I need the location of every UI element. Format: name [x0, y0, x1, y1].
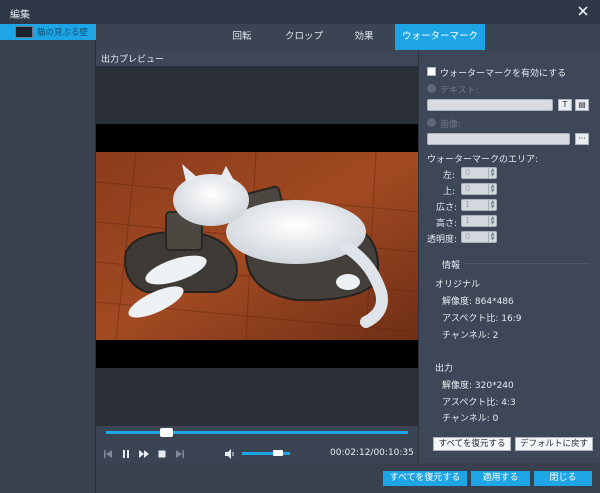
stop-icon[interactable]: [156, 448, 168, 460]
tab-rotate[interactable]: 回転: [216, 24, 268, 50]
height-spinner-icon[interactable]: ▲ ▼: [488, 216, 496, 226]
enable-watermark-checkbox[interactable]: [427, 67, 436, 76]
close-icon[interactable]: [576, 4, 590, 18]
info-title: 情報: [442, 261, 461, 271]
preview-title: 出力プレビュー: [101, 55, 165, 65]
left-spinner-icon[interactable]: ▲ ▼: [488, 168, 496, 178]
skip-back-icon[interactable]: [102, 448, 114, 460]
left-label: 左:: [443, 171, 456, 181]
restore-all-button[interactable]: すべてを復元する: [383, 471, 467, 486]
text-color-button[interactable]: ▤: [575, 99, 589, 111]
file-name: 猫の見ぶる壁: [37, 28, 89, 38]
text-radio[interactable]: [427, 84, 436, 93]
file-list: 猫の見ぶる壁: [0, 24, 96, 493]
opacity-stepper[interactable]: 0 ▲ ▼: [461, 231, 497, 243]
opacity-label: 透明度:: [427, 235, 458, 245]
text-label: テキスト:: [440, 86, 479, 96]
seek-bar[interactable]: [106, 431, 408, 434]
text-font-button[interactable]: T: [558, 99, 572, 111]
left-value: 0: [465, 168, 471, 177]
top-spinner-icon[interactable]: ▲ ▼: [488, 184, 496, 194]
tab-effect[interactable]: 効果: [342, 24, 386, 50]
volume-icon[interactable]: [224, 448, 236, 460]
volume-handle[interactable]: [273, 450, 283, 456]
opacity-value: 0: [465, 232, 471, 241]
skip-forward-icon[interactable]: [174, 448, 186, 460]
output-resolution: 解像度: 320*240: [442, 381, 514, 391]
original-heading: オリジナル: [435, 280, 481, 290]
tab-watermark[interactable]: ウォーターマーク: [395, 24, 485, 50]
top-value: 0: [465, 184, 471, 193]
enable-watermark-label: ウォーターマークを有効にする: [440, 69, 567, 79]
title-bar: 編集: [0, 0, 600, 24]
image-radio[interactable]: [427, 118, 436, 127]
top-label: 上:: [443, 187, 456, 197]
top-stepper[interactable]: 0 ▲ ▼: [461, 183, 497, 195]
left-stepper[interactable]: 0 ▲ ▼: [461, 167, 497, 179]
output-heading: 出力: [435, 364, 454, 374]
image-label: 画像:: [440, 120, 462, 130]
original-channels: チャンネル: 2: [442, 331, 499, 341]
file-thumbnail: [15, 26, 33, 38]
text-input[interactable]: [427, 99, 553, 111]
restore-all-panel-button[interactable]: すべてを復元する: [433, 437, 511, 451]
width-stepper[interactable]: 1 ▲ ▼: [461, 199, 497, 211]
width-label: 広さ:: [436, 203, 458, 213]
fast-forward-icon[interactable]: [138, 448, 150, 460]
tab-crop[interactable]: クロップ: [276, 24, 332, 50]
height-label: 高さ:: [436, 219, 458, 229]
video-frame-image: [96, 152, 418, 340]
video-frame: [96, 152, 418, 340]
preview-header: 出力プレビュー: [96, 50, 418, 66]
image-browse-button[interactable]: ···: [575, 133, 589, 145]
width-value: 1: [465, 200, 471, 209]
apply-button[interactable]: 適用する: [471, 471, 530, 486]
height-stepper[interactable]: 1 ▲ ▼: [461, 215, 497, 227]
opacity-spinner-icon[interactable]: ▲ ▼: [488, 232, 496, 242]
width-spinner-icon[interactable]: ▲ ▼: [488, 200, 496, 210]
pause-icon[interactable]: [120, 448, 132, 460]
info-divider: [464, 263, 590, 264]
seek-handle[interactable]: [160, 428, 173, 437]
window-title: 編集: [10, 10, 30, 21]
tab-bar: 回転 クロップ 効果 ウォーターマーク: [96, 24, 600, 50]
watermark-area-label: ウォーターマークのエリア:: [427, 155, 539, 165]
playback-time: 00:02:12/00:10:35: [330, 448, 414, 458]
image-path-input[interactable]: [427, 133, 570, 145]
output-channels: チャンネル: 0: [442, 414, 499, 424]
close-button[interactable]: 閉じる: [534, 471, 592, 486]
output-aspect: アスペクト比: 4:3: [442, 398, 516, 408]
height-value: 1: [465, 216, 471, 225]
file-list-item[interactable]: 猫の見ぶる壁: [0, 24, 96, 40]
original-aspect: アスペクト比: 16:9: [442, 314, 522, 324]
original-resolution: 解像度: 864*486: [442, 297, 514, 307]
reset-default-button[interactable]: デフォルトに戻す: [515, 437, 593, 451]
